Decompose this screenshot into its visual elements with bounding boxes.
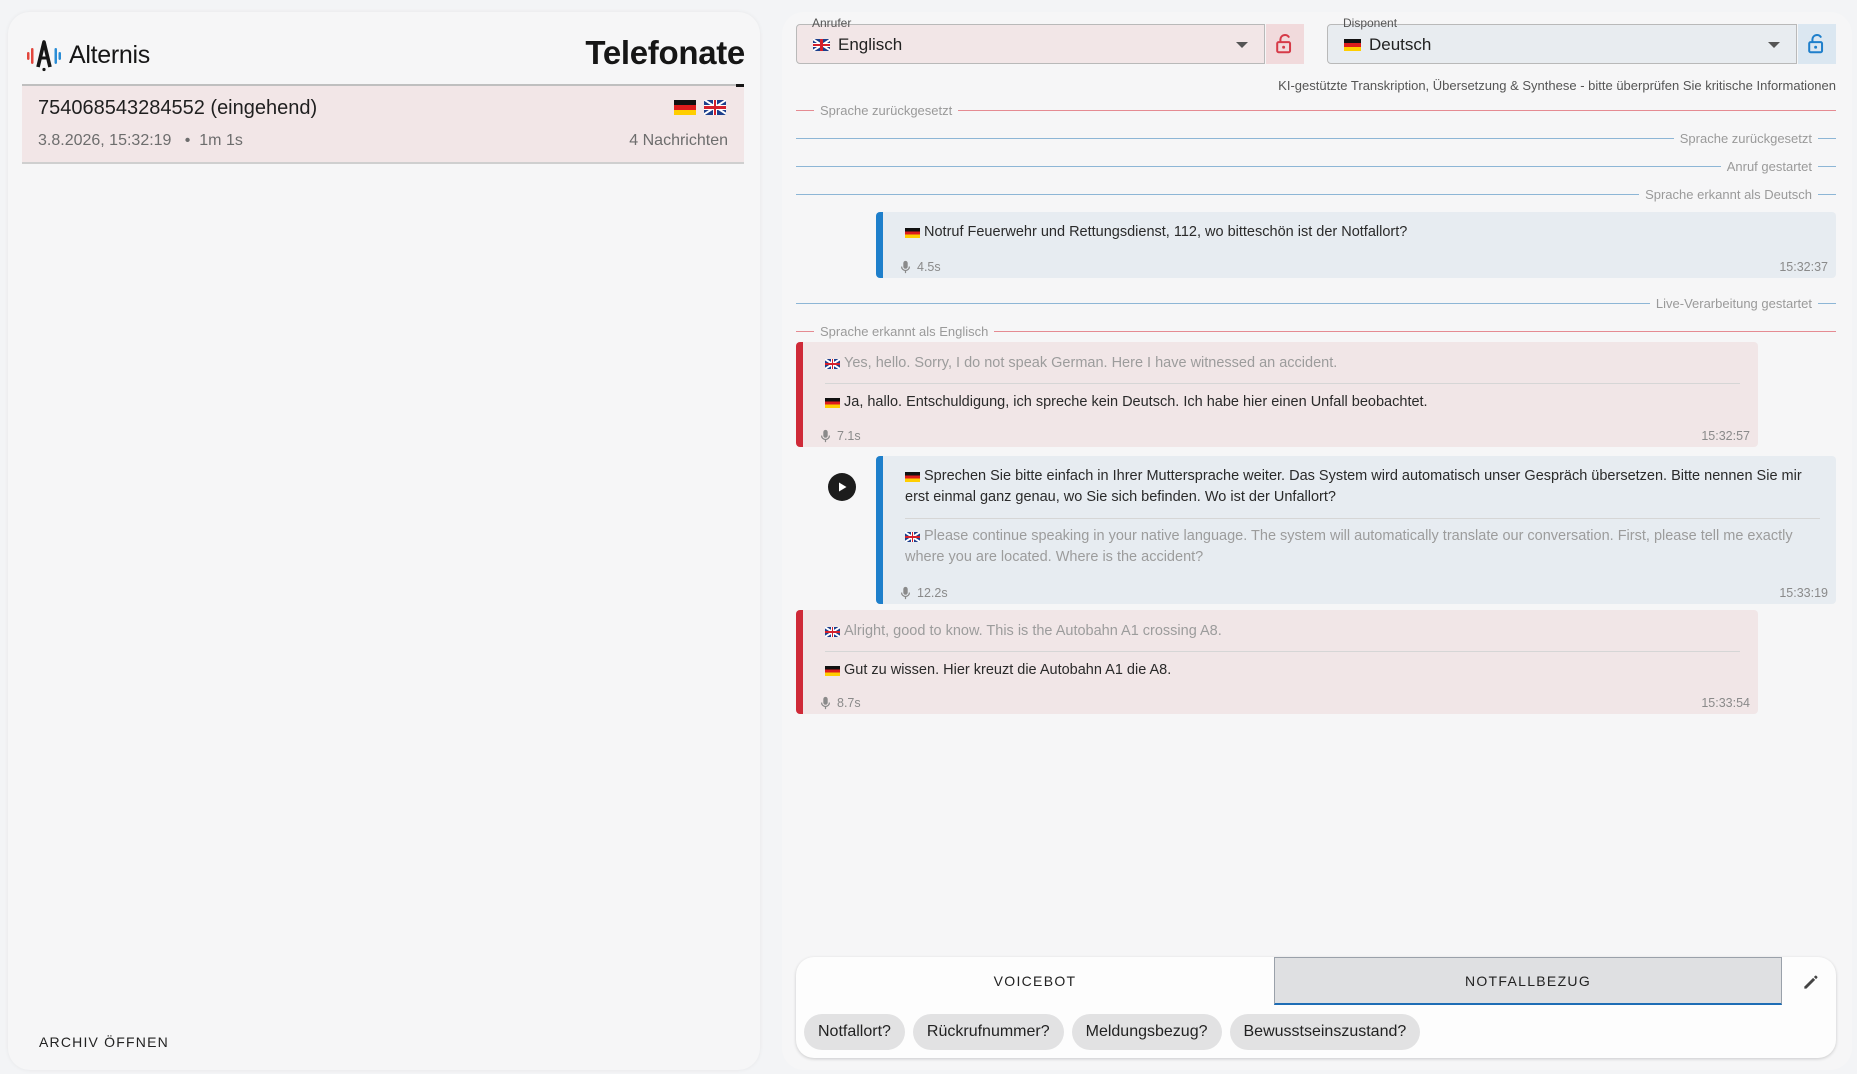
play-icon	[839, 482, 847, 492]
message-text: Sprechen Sie bitte einfach in Ihrer Mutt…	[905, 468, 1802, 505]
message-duration: 4.5s	[900, 260, 941, 274]
message-time: 15:33:54	[1701, 696, 1750, 710]
edit-button[interactable]	[1798, 969, 1824, 995]
caller-language-value: Englisch	[838, 35, 903, 54]
message-duration: 7.1s	[820, 429, 861, 443]
message-original-text: Yes, hello. Sorry, I do not speak German…	[825, 353, 1337, 374]
chevron-down-icon	[1768, 42, 1780, 48]
caller-language-select[interactable]: Anrufer Englisch	[796, 16, 1265, 64]
message-time: 15:33:19	[1779, 586, 1828, 600]
german-flag-icon	[825, 666, 840, 676]
german-flag-icon	[1344, 39, 1361, 51]
caller-language-label: Anrufer	[812, 16, 852, 30]
german-flag-icon	[674, 100, 696, 115]
event-live-processing-started: Live-Verarbeitung gestartet	[796, 295, 1836, 311]
message-duration: 12.2s	[900, 586, 948, 600]
microphone-icon	[820, 696, 831, 710]
uk-flag-icon	[905, 532, 920, 542]
chip-rueckrufnummer[interactable]: Rückrufnummer?	[912, 1014, 1064, 1050]
message-translated-text: Please continue speaking in your native …	[905, 528, 1793, 565]
brand-logo: Alternis	[25, 36, 150, 74]
call-message-count: 4 Nachrichten	[629, 132, 728, 149]
call-item-marker	[736, 84, 744, 87]
play-audio-button[interactable]	[828, 473, 856, 501]
chevron-down-icon	[1236, 42, 1248, 48]
uk-flag-icon	[704, 100, 726, 115]
microphone-icon	[900, 260, 911, 274]
dispatcher-language-label: Disponent	[1343, 16, 1398, 30]
call-title: 754068543284552 (eingehend)	[38, 97, 318, 119]
page-title: Telefonate	[585, 34, 745, 71]
chip-meldungsbezug[interactable]: Meldungsbezug?	[1071, 1014, 1222, 1050]
dispatcher-message: Notruf Feuerwehr und Rettungsdienst, 112…	[876, 212, 1836, 278]
german-flag-icon	[825, 398, 840, 408]
tab-notfallbezug[interactable]: NOTFALLBEZUG	[1274, 957, 1782, 1005]
chip-bewusstseinszustand[interactable]: Bewusstseinszustand?	[1229, 1014, 1421, 1050]
message-separator	[825, 383, 1740, 384]
uk-flag-icon	[825, 627, 840, 637]
german-flag-icon	[905, 472, 920, 482]
message-duration: 8.7s	[820, 696, 861, 710]
event-call-started: Anruf gestartet	[796, 158, 1836, 174]
message-translated-text: Gut zu wissen. Hier kreuzt die Autobahn …	[825, 660, 1171, 681]
message-separator	[825, 651, 1740, 652]
message-translated-text: Ja, hallo. Entschuldigung, ich spreche k…	[825, 392, 1428, 413]
event-language-detected-german: Sprache erkannt als Deutsch	[796, 186, 1836, 202]
suggestion-chips: Notfallort? Rückrufnummer? Meldungsbezug…	[804, 1014, 1421, 1050]
message-time: 15:32:57	[1701, 429, 1750, 443]
german-flag-icon	[905, 228, 920, 238]
unlock-icon	[1276, 33, 1292, 54]
open-archive-button[interactable]: ARCHIV ÖFFNEN	[39, 1034, 169, 1050]
caller-message: Alright, good to know. This is the Autob…	[796, 610, 1758, 714]
event-language-reset-dispatcher: Sprache zurückgesetzt	[796, 130, 1836, 146]
microphone-icon	[900, 586, 911, 600]
dispatcher-message: Sprechen Sie bitte einfach in Ihrer Mutt…	[876, 456, 1836, 604]
calls-panel: Alternis Telefonate 754068543284552 (ein…	[8, 12, 760, 1070]
microphone-icon	[820, 429, 831, 443]
caller-lock-button[interactable]	[1266, 24, 1304, 64]
uk-flag-icon	[825, 359, 840, 369]
dispatcher-language-select[interactable]: Disponent Deutsch	[1327, 16, 1797, 64]
ai-disclaimer: KI-gestützte Transkription, Übersetzung …	[1278, 78, 1836, 93]
conversation-panel: Anrufer Englisch Disponent Deutsch KI-ge…	[782, 12, 1852, 1070]
call-list-item[interactable]: 754068543284552 (eingehend) 3.8.2026, 15…	[22, 84, 744, 164]
pencil-icon	[1804, 975, 1818, 989]
message-text: Notruf Feuerwehr und Rettungsdienst, 112…	[905, 222, 1407, 243]
quick-actions-bar: VOICEBOT NOTFALLBEZUG Notfallort? Rückru…	[796, 957, 1836, 1058]
call-meta: 3.8.2026, 15:32:19 • 1m 1s	[38, 132, 243, 149]
event-language-reset-caller: Sprache zurückgesetzt	[796, 102, 1836, 118]
message-time: 15:32:37	[1779, 260, 1828, 274]
message-original-text: Alright, good to know. This is the Autob…	[825, 621, 1222, 642]
unlock-icon	[1808, 33, 1824, 54]
dispatcher-language-value: Deutsch	[1369, 35, 1432, 54]
chip-notfallort[interactable]: Notfallort?	[804, 1014, 905, 1050]
dispatcher-lock-button[interactable]	[1798, 24, 1836, 64]
uk-flag-icon	[813, 39, 830, 51]
call-language-flags	[674, 100, 726, 115]
alternis-logo-icon	[25, 36, 63, 74]
event-language-detected-english: Sprache erkannt als Englisch	[796, 323, 1836, 339]
message-separator	[905, 518, 1820, 519]
brand-name: Alternis	[69, 40, 150, 69]
tab-voicebot[interactable]: VOICEBOT	[796, 957, 1274, 1005]
caller-message: Yes, hello. Sorry, I do not speak German…	[796, 342, 1758, 447]
